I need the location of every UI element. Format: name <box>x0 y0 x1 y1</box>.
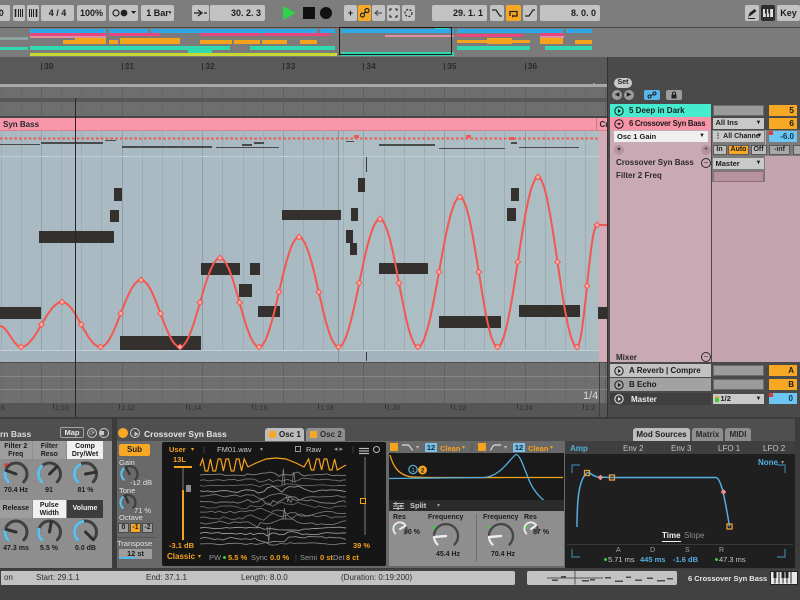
svg-text:2: 2 <box>421 467 425 474</box>
svg-text:1: 1 <box>411 467 415 474</box>
